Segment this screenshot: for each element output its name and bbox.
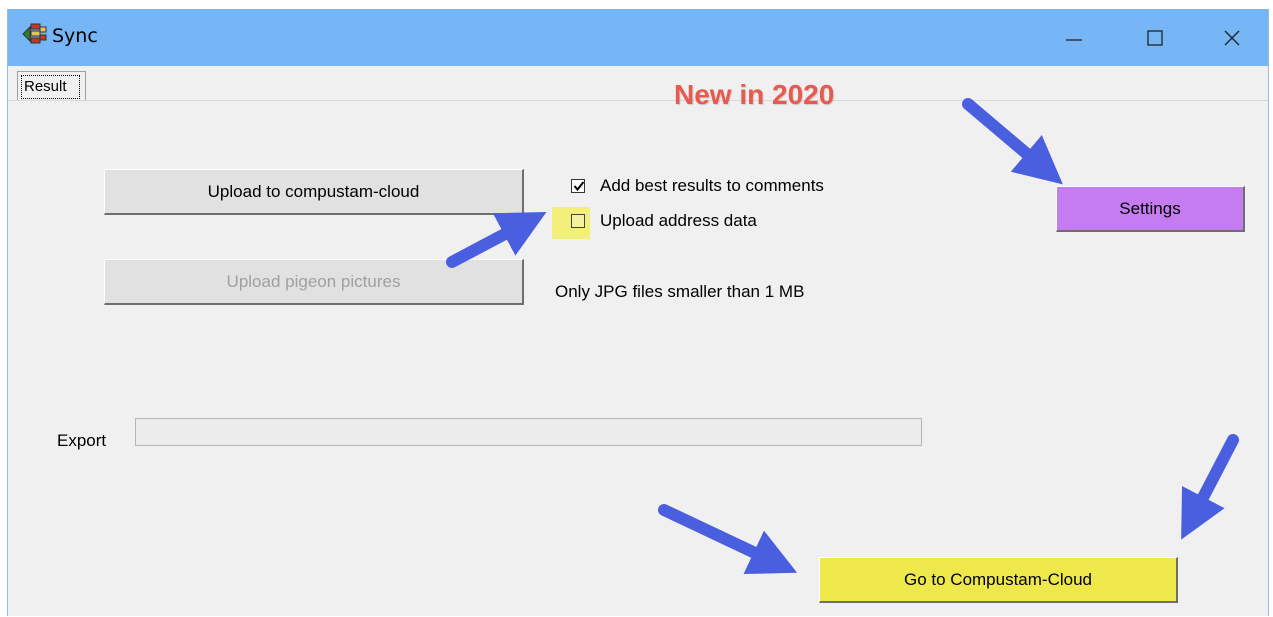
maximize-icon	[1147, 30, 1163, 46]
tab-result-label: Result	[21, 75, 80, 99]
go-to-cloud-button[interactable]: Go to Compustam-Cloud	[819, 557, 1178, 603]
new-in-2020-annotation: New in 2020	[674, 79, 835, 110]
jpg-size-note: Only JPG files smaller than 1 MB	[555, 282, 805, 301]
minimize-button[interactable]	[1044, 9, 1104, 66]
upload-address-checkbox[interactable]	[571, 214, 585, 228]
app-icon	[22, 23, 47, 45]
checkmark-icon	[573, 181, 585, 192]
title-bar[interactable]: Sync	[8, 9, 1268, 66]
add-best-results-label: Add best results to comments	[600, 176, 824, 195]
export-label: Export	[57, 431, 107, 450]
add-best-results-option[interactable]: Add best results to comments	[571, 176, 824, 196]
sync-window: Sync Result Upload to compustam-cloud Up…	[7, 9, 1269, 616]
upload-address-option[interactable]: Upload address data	[571, 211, 757, 231]
tab-result[interactable]: Result	[17, 71, 86, 101]
close-icon	[1224, 30, 1240, 46]
upload-address-label: Upload address data	[600, 211, 757, 230]
maximize-button[interactable]	[1125, 9, 1185, 66]
export-progress-bar	[135, 418, 922, 446]
add-best-results-checkbox[interactable]	[571, 179, 585, 193]
settings-button[interactable]: Settings	[1056, 186, 1245, 232]
minimize-icon	[1066, 39, 1082, 41]
upload-pigeon-pictures-button[interactable]: Upload pigeon pictures	[104, 259, 524, 305]
upload-to-cloud-button[interactable]: Upload to compustam-cloud	[104, 169, 524, 215]
window-title: Sync	[52, 25, 98, 47]
close-button[interactable]	[1202, 9, 1262, 66]
